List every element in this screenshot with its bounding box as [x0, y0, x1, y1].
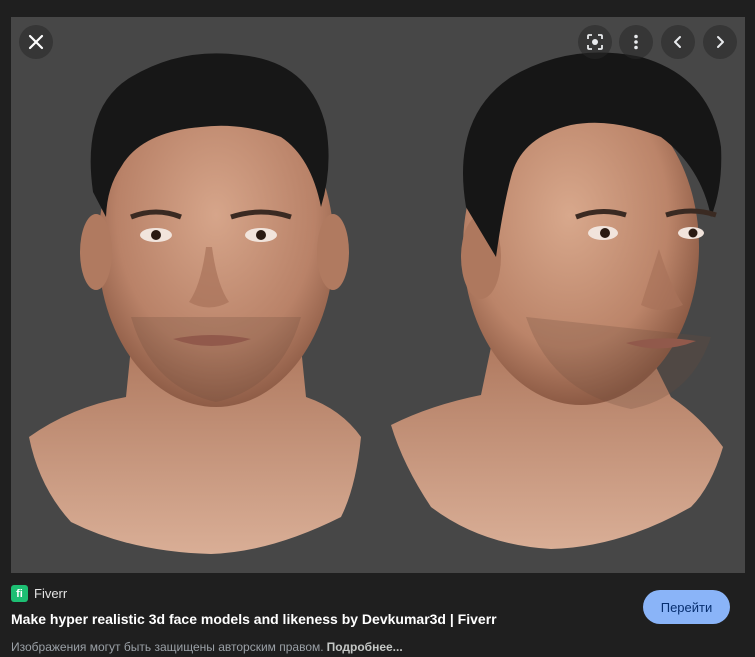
copyright-text: Изображения могут быть защищены авторски… [11, 640, 324, 654]
next-image-button[interactable] [703, 25, 737, 59]
image-viewer[interactable] [11, 17, 745, 573]
head-threequarter [391, 52, 723, 549]
lens-icon [587, 34, 603, 50]
chevron-left-icon [674, 36, 681, 48]
more-options-button[interactable] [619, 25, 653, 59]
close-icon [28, 34, 44, 50]
source-name[interactable]: Fiverr [34, 586, 67, 601]
source-site[interactable]: fi Fiverr [11, 585, 67, 602]
preview-image [29, 52, 723, 554]
more-vert-icon [634, 34, 638, 50]
image-title[interactable]: Make hyper realistic 3d face models and … [11, 611, 497, 627]
learn-more-link[interactable]: Подробнее... [327, 640, 403, 654]
visit-button[interactable]: Перейти [643, 590, 730, 624]
head-front [29, 53, 361, 554]
lens-button[interactable] [578, 25, 612, 59]
chevron-right-icon [717, 36, 724, 48]
close-button[interactable] [19, 25, 53, 59]
fiverr-logo-icon: fi [11, 585, 28, 602]
previous-image-button[interactable] [661, 25, 695, 59]
copyright-notice: Изображения могут быть защищены авторски… [11, 640, 403, 654]
